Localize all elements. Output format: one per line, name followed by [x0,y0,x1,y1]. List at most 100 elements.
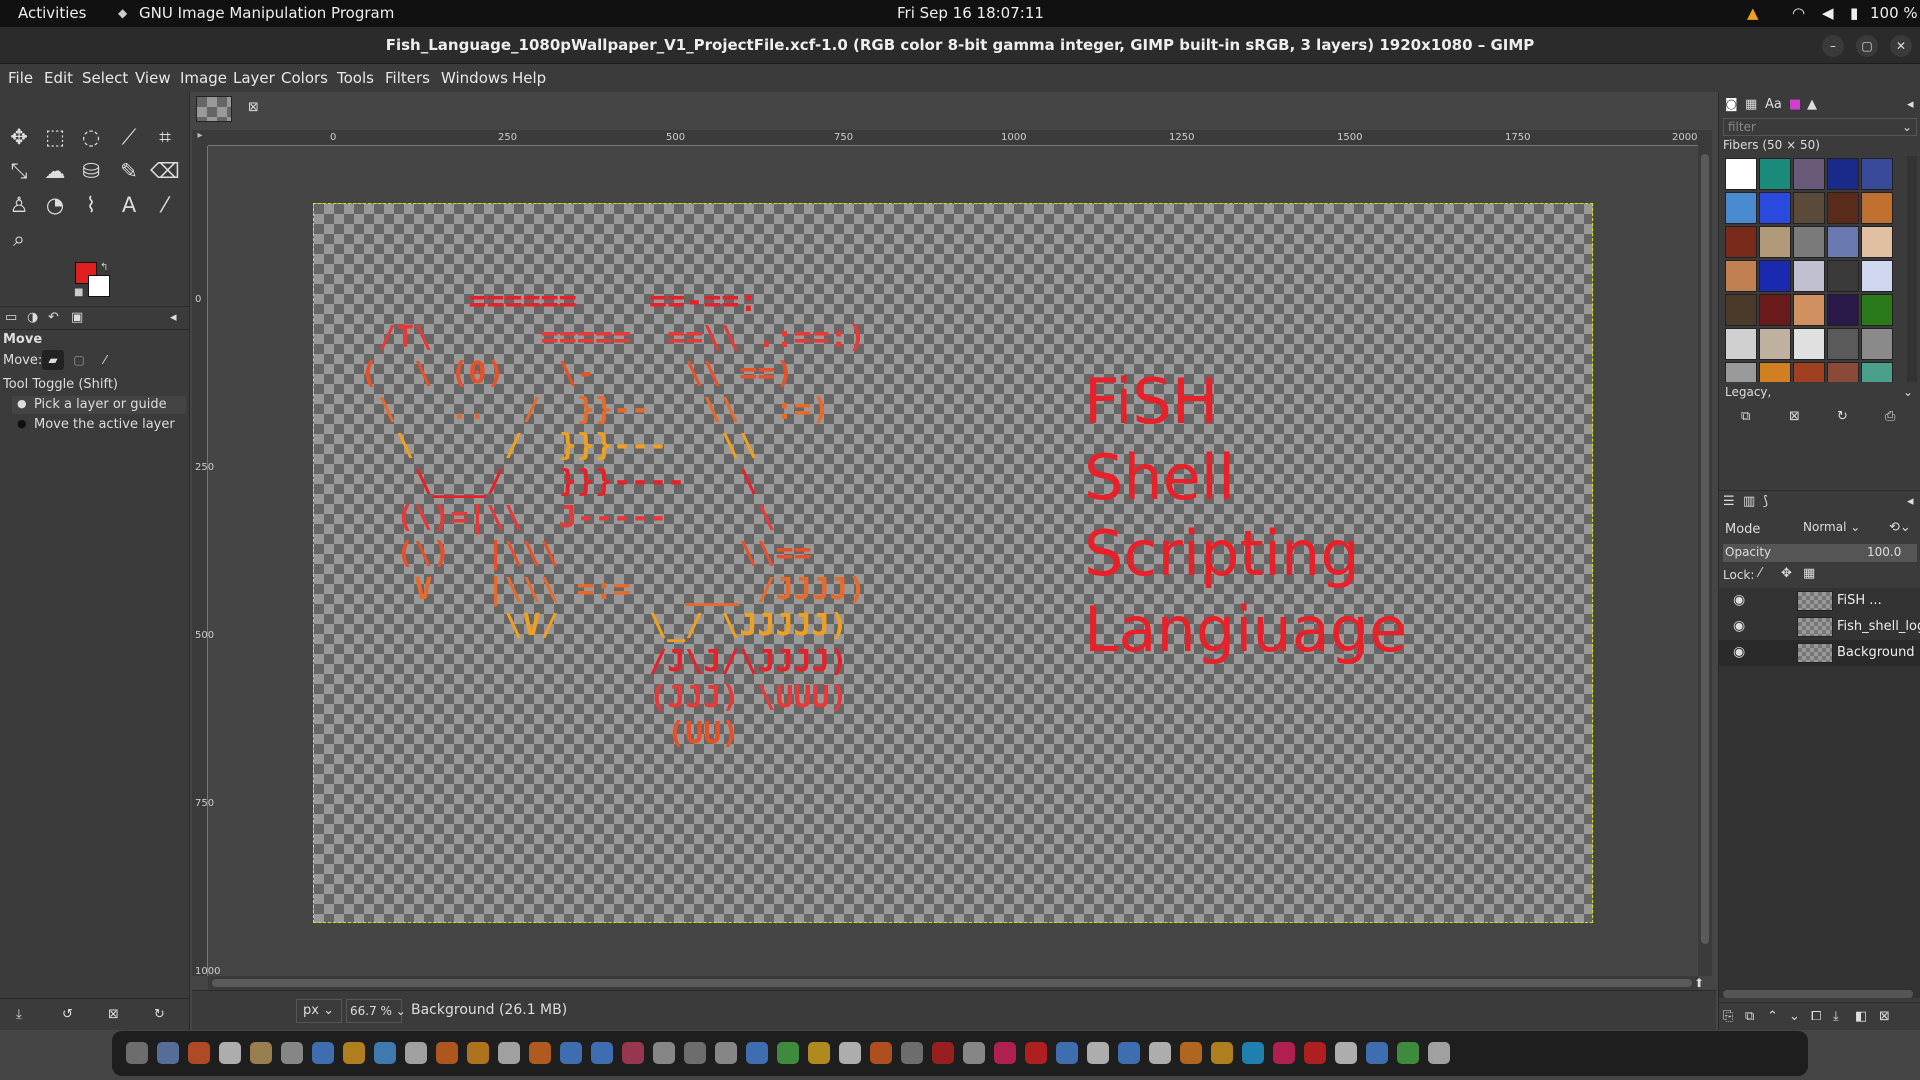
pattern-swatch[interactable] [1827,260,1859,292]
layers-scrollbar[interactable] [1723,990,1913,998]
pattern-swatch[interactable] [1827,226,1859,258]
taskbar-app-icon[interactable] [777,1042,799,1064]
bucket-fill-icon[interactable]: ⛁ [76,156,106,186]
menu-help[interactable]: Help [512,69,546,87]
image-canvas[interactable]: ====== ==-==: /T\ ===== ==\\ .:==:) ( \ … [313,203,1593,923]
move-selection-icon[interactable]: ▢ [68,350,90,370]
taskbar-app-icon[interactable] [1273,1042,1295,1064]
taskbar-app-icon[interactable] [1335,1042,1357,1064]
pattern-swatch[interactable] [1793,158,1825,190]
horizontal-ruler[interactable]: 0 250 500 750 1000 1250 1500 1750 2000 [208,130,1698,146]
dock-menu-icon[interactable]: ◂ [170,310,177,325]
taskbar-app-icon[interactable] [436,1042,458,1064]
taskbar-app-icon[interactable] [529,1042,551,1064]
horizontal-scrollbar[interactable] [208,976,1698,990]
pattern-scrollbar[interactable] [1907,156,1917,382]
pattern-swatch[interactable] [1827,294,1859,326]
menu-windows[interactable]: Windows [441,69,508,87]
duplicate-pattern-icon[interactable]: ⧉ [1741,409,1750,424]
taskbar-app-icon[interactable] [1211,1042,1233,1064]
taskbar-app-icon[interactable] [901,1042,923,1064]
battery-icon[interactable]: ▮ [1850,4,1858,22]
pattern-swatch[interactable] [1861,362,1893,382]
wifi-icon[interactable]: ◠ [1792,4,1805,22]
visibility-eye-icon[interactable]: ◉ [1733,592,1753,608]
fonts-tab-icon[interactable]: Aa [1765,97,1782,112]
app-name[interactable]: GNU Image Manipulation Program [139,4,394,22]
background-color[interactable] [88,275,110,297]
text-tool-icon[interactable]: A [114,190,144,220]
taskbar-app-icon[interactable] [870,1042,892,1064]
move-layer-icon[interactable]: ▰ [42,350,64,370]
vertical-scroll-thumb[interactable] [1701,154,1709,944]
delete-pattern-icon[interactable]: ⊠ [1789,409,1800,424]
taskbar-app-icon[interactable] [653,1042,675,1064]
taskbar-app-icon[interactable] [188,1042,210,1064]
horizontal-scroll-thumb[interactable] [212,979,1692,987]
visibility-eye-icon[interactable]: ◉ [1733,644,1753,660]
delete-options-icon[interactable]: ⊠ [108,1007,119,1022]
taskbar-app-icon[interactable] [932,1042,954,1064]
taskbar-app-icon[interactable] [1180,1042,1202,1064]
taskbar-app-icon[interactable] [498,1042,520,1064]
lock-alpha-icon[interactable]: ▦ [1803,566,1815,581]
device-status-tab-icon[interactable]: ◑ [27,310,38,325]
taskbar-app-icon[interactable] [343,1042,365,1064]
tag-dropdown-icon[interactable]: ⌄ [1903,385,1913,399]
taskbar-app-icon[interactable] [839,1042,861,1064]
taskbar-app-icon[interactable] [994,1042,1016,1064]
pattern-swatch[interactable] [1759,158,1791,190]
pattern-swatch[interactable] [1725,226,1757,258]
pattern-swatch[interactable] [1861,158,1893,190]
taskbar-app-icon[interactable] [1242,1042,1264,1064]
radio-pick-layer[interactable]: ● Pick a layer or guide [12,396,186,414]
close-window-button[interactable]: ✕ [1890,35,1912,57]
smudge-icon[interactable]: ◔ [40,190,70,220]
pattern-swatch[interactable] [1759,226,1791,258]
paintbrush-icon[interactable]: ✎ [114,156,144,186]
ruler-corner-icon[interactable]: ▸ [192,130,208,146]
pattern-swatch[interactable] [1725,328,1757,360]
swap-colors-icon[interactable]: ↰ [100,262,108,273]
menu-colors[interactable]: Colors [281,69,328,87]
menu-image[interactable]: Image [180,69,227,87]
visibility-eye-icon[interactable]: ◉ [1733,618,1753,634]
taskbar-app-icon[interactable] [622,1042,644,1064]
delete-layer-icon[interactable]: ⊠ [1879,1009,1890,1024]
open-pattern-icon[interactable]: ⎙ [1885,409,1895,424]
battery-level[interactable]: 100 % [1870,4,1918,22]
vertical-scrollbar[interactable] [1698,130,1712,976]
taskbar-app-icon[interactable] [250,1042,272,1064]
brushes-tab-icon[interactable]: ◙ [1725,97,1738,112]
vertical-ruler[interactable]: 0 250 500 750 1000 [192,146,220,977]
filter-dropdown-icon[interactable]: ⌄ [1902,120,1912,134]
fuzzy-select-icon[interactable]: ⟋ [114,122,144,152]
activities-button[interactable]: Activities [18,4,86,22]
taskbar-app-icon[interactable] [591,1042,613,1064]
pattern-swatch[interactable] [1759,328,1791,360]
mode-select[interactable]: Normal ⌄ [1799,518,1879,538]
lower-layer-icon[interactable]: ⌄ [1789,1009,1800,1024]
refresh-patterns-icon[interactable]: ↻ [1837,409,1848,424]
lock-pixels-icon[interactable]: ⁄ [1759,566,1761,581]
lasso-icon[interactable]: ◌ [76,122,106,152]
pattern-swatch[interactable] [1725,192,1757,224]
move-tool-icon[interactable]: ✥ [4,122,34,152]
images-tab-icon[interactable]: ▣ [71,310,83,325]
pattern-swatch[interactable] [1827,328,1859,360]
unit-select[interactable]: px ⌄ [296,999,342,1023]
taskbar-app-icon[interactable] [1304,1042,1326,1064]
pattern-swatch[interactable] [1759,294,1791,326]
taskbar-app-icon[interactable] [312,1042,334,1064]
pattern-swatch[interactable] [1793,328,1825,360]
pattern-swatch[interactable] [1827,158,1859,190]
text-tab-icon[interactable]: ▲ [1807,97,1817,112]
opacity-slider[interactable]: Opacity 100.0 [1723,544,1917,562]
close-tab-icon[interactable]: ⊠ [248,100,259,115]
radio-move-active[interactable]: ● Move the active layer [12,416,186,434]
taskbar-app-icon[interactable] [1056,1042,1078,1064]
gradients-tab-icon[interactable]: ■ [1789,97,1801,112]
pattern-swatch[interactable] [1861,260,1893,292]
rect-select-icon[interactable]: ⬚ [40,122,70,152]
pattern-swatch[interactable] [1793,192,1825,224]
